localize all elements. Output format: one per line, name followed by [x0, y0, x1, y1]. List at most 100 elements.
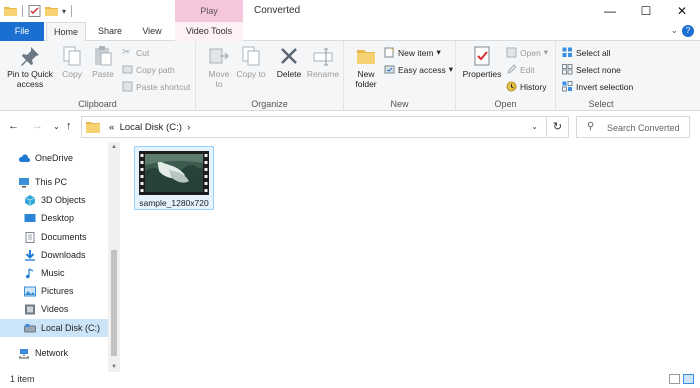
- new-folder-button[interactable]: New folder: [350, 45, 382, 89]
- breadcrumb[interactable]: « Local Disk (C:) ›: [109, 122, 190, 133]
- scroll-down-icon[interactable]: ▼: [111, 364, 117, 370]
- copy-path-icon: [122, 65, 133, 74]
- minimize-button[interactable]: —: [592, 0, 628, 22]
- sidebar-item-onedrive[interactable]: OneDrive: [0, 149, 108, 167]
- file-name: sample_1280x720: [139, 198, 209, 208]
- recent-locations-icon[interactable]: ⌄: [53, 122, 60, 131]
- cut-label: Cut: [136, 47, 150, 58]
- ribbon-tabs: File Home Share View Video Tools ⌄ ?: [0, 22, 700, 42]
- sidebar-item-downloads[interactable]: Downloads: [0, 246, 108, 264]
- select-group-label: Select: [588, 99, 614, 109]
- select-none-button[interactable]: Select none: [562, 64, 621, 75]
- breadcrumb-overflow[interactable]: «: [109, 122, 114, 133]
- edit-label: Edit: [520, 64, 535, 75]
- customize-toolbar-icon[interactable]: ▾: [62, 7, 66, 16]
- sidebar-item-this-pc[interactable]: This PC: [0, 173, 108, 191]
- delete-x-icon: [281, 48, 297, 64]
- tab-share[interactable]: Share: [92, 22, 128, 41]
- cut-button[interactable]: ✂ Cut: [122, 47, 149, 58]
- up-arrow-icon[interactable]: ↑: [66, 120, 72, 132]
- refresh-icon[interactable]: ↻: [546, 117, 568, 137]
- address-bar[interactable]: « Local Disk (C:) › ⌄ ↻: [81, 116, 569, 138]
- copy-to-button[interactable]: Copy to: [236, 45, 266, 79]
- help-icon[interactable]: ?: [682, 25, 694, 37]
- toolbar-separator: [22, 5, 23, 17]
- new-folder-icon: [357, 50, 375, 64]
- properties-check-icon[interactable]: [28, 5, 41, 17]
- paste-icon: [95, 46, 112, 66]
- paste-shortcut-button[interactable]: Paste shortcut: [122, 81, 190, 92]
- sidebar-item-3d-objects[interactable]: 3D Objects: [0, 191, 108, 209]
- chevron-down-icon[interactable]: ⌄: [531, 122, 538, 131]
- maximize-button[interactable]: ☐: [628, 0, 664, 22]
- sidebar-item-documents[interactable]: Documents: [0, 228, 108, 246]
- scroll-up-icon[interactable]: ▲: [111, 144, 117, 150]
- move-to-button[interactable]: Move to: [204, 45, 234, 89]
- sidebar-item-videos[interactable]: Videos: [0, 300, 108, 318]
- contextual-tab-header: Play: [175, 0, 243, 22]
- status-bar: 1 item: [0, 372, 700, 388]
- details-view-icon[interactable]: [669, 374, 680, 384]
- tab-home[interactable]: Home: [46, 22, 86, 42]
- sidebar-item-desktop[interactable]: Desktop: [0, 209, 108, 227]
- properties-button[interactable]: Properties: [460, 45, 504, 79]
- search-input[interactable]: ⚲ Search Converted: [576, 116, 690, 138]
- invert-selection-button[interactable]: Invert selection: [562, 81, 633, 92]
- folder-icon[interactable]: [4, 5, 17, 17]
- edit-button[interactable]: Edit: [506, 64, 535, 75]
- sidebar-item-label: Pictures: [41, 286, 74, 296]
- clipboard-group: Pin to Quick access Copy Paste ✂ Cut Cop…: [0, 41, 196, 111]
- tab-view[interactable]: View: [136, 22, 168, 41]
- sidebar-item-pictures[interactable]: Pictures: [0, 282, 108, 300]
- sidebar-item-label: This PC: [35, 177, 68, 187]
- select-all-button[interactable]: Select all: [562, 47, 611, 58]
- tab-file[interactable]: File: [0, 22, 44, 41]
- select-group: Select all Select none Invert selection …: [556, 41, 646, 111]
- invert-selection-icon: [562, 81, 573, 92]
- new-folder-label: New folder: [355, 69, 377, 89]
- new-item-icon: [384, 47, 395, 58]
- sidebar-item-local-disk[interactable]: Local Disk (C:): [0, 319, 108, 337]
- chevron-down-icon[interactable]: ⌄: [670, 25, 678, 36]
- sidebar-item-network[interactable]: Network: [0, 344, 108, 362]
- paste-button[interactable]: Paste: [88, 45, 118, 79]
- pin-icon: [21, 47, 39, 66]
- rename-button[interactable]: Rename: [306, 45, 340, 79]
- breadcrumb-separator[interactable]: ›: [187, 122, 190, 133]
- close-button[interactable]: ✕: [664, 0, 700, 22]
- easy-access-button[interactable]: Easy access ▾: [384, 64, 453, 75]
- sidebar-item-music[interactable]: Music: [0, 264, 108, 282]
- delete-label: Delete: [276, 69, 302, 79]
- tab-video-tools[interactable]: Video Tools: [175, 22, 243, 41]
- scissors-icon: ✂: [122, 47, 131, 58]
- breadcrumb-item[interactable]: Local Disk (C:): [120, 122, 182, 133]
- new-item-button[interactable]: New item ▾: [384, 47, 441, 58]
- videos-icon: [25, 304, 35, 314]
- back-arrow-icon[interactable]: ←: [8, 120, 19, 132]
- select-all-icon: [562, 47, 572, 57]
- rename-icon: [313, 48, 333, 66]
- file-item[interactable]: sample_1280x720: [134, 146, 214, 210]
- copy-button[interactable]: Copy: [58, 45, 86, 79]
- new-item-label: New item: [398, 47, 434, 58]
- history-icon: [506, 81, 517, 92]
- open-label: Open: [520, 47, 541, 58]
- rename-label: Rename: [306, 69, 340, 79]
- open-group-label: Open: [494, 99, 517, 109]
- toolbar-separator: [71, 5, 73, 17]
- organize-group-label: Organize: [251, 99, 288, 109]
- open-button[interactable]: Open ▾: [506, 47, 548, 58]
- navigation-pane-scrollbar[interactable]: ▲ ▼: [108, 142, 120, 372]
- pictures-icon: [24, 286, 36, 296]
- scrollbar-thumb[interactable]: [111, 250, 117, 356]
- pin-to-quick-access-button[interactable]: Pin to Quick access: [4, 45, 56, 89]
- properties-icon: [474, 46, 490, 66]
- network-icon: [19, 348, 29, 358]
- delete-button[interactable]: Delete: [274, 45, 304, 79]
- history-button[interactable]: History: [506, 81, 546, 92]
- new-folder-icon[interactable]: [45, 5, 58, 17]
- large-icons-view-icon[interactable]: [683, 374, 694, 384]
- window-controls: — ☐ ✕: [592, 0, 700, 22]
- forward-arrow-icon[interactable]: →: [32, 120, 43, 132]
- copy-path-button[interactable]: Copy path: [122, 64, 175, 75]
